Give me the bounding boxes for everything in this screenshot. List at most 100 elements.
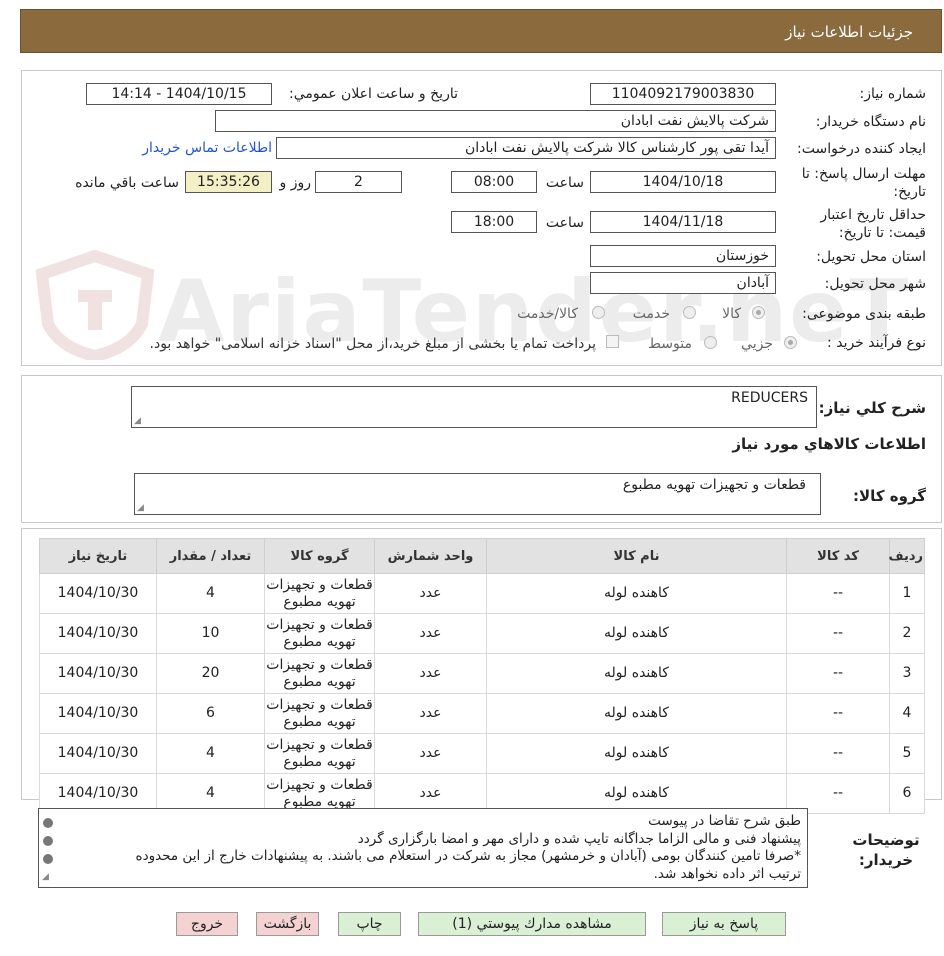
table-header-row: رديف كد كالا نام كالا واحد شمارش گروه كا…	[39, 538, 925, 574]
city-label: شهر محل تحويل:	[824, 276, 926, 292]
category-radio-both[interactable]	[592, 306, 605, 319]
cell-name: کاهنده لوله	[486, 573, 787, 614]
category-radio-service[interactable]	[683, 306, 696, 319]
table-row: 5 -- کاهنده لوله عدد قطعات و تجهيزات تهو…	[39, 733, 925, 774]
cell-group: قطعات و تجهيزات تهويه مطبوع	[264, 573, 375, 614]
validity-time-field: 18:00	[451, 211, 537, 233]
resize-grip-icon[interactable]: ◢	[42, 872, 49, 882]
deadline-time-label: ساعت	[545, 175, 584, 191]
process-option-medium: متوسط	[648, 336, 692, 352]
attachments-button[interactable]: مشاهده مدارك پيوستي (1)	[418, 912, 646, 936]
category-option-service: خدمت	[632, 306, 670, 322]
requester-label: ايجاد كننده درخواست:	[797, 141, 926, 157]
cell-row-number: 3	[889, 653, 925, 694]
cell-date: 1404/10/30	[39, 613, 157, 654]
cell-name: کاهنده لوله	[486, 693, 787, 734]
summary-label: شرح كلي نياز:	[818, 399, 926, 417]
city-field: آبادان	[590, 272, 776, 294]
process-label: نوع فرآيند خريد :	[827, 335, 926, 351]
cell-group: قطعات و تجهيزات تهويه مطبوع	[264, 613, 375, 654]
province-field: خوزستان	[590, 245, 776, 267]
resize-grip-icon[interactable]: ◢	[137, 503, 144, 513]
goods-table: رديف كد كالا نام كالا واحد شمارش گروه كا…	[39, 538, 925, 814]
category-option-both: كالا/خدمت	[517, 306, 578, 322]
cell-row-number: 4	[889, 693, 925, 734]
process-radio-medium[interactable]	[704, 336, 717, 349]
cell-quantity: 6	[156, 693, 265, 734]
cell-name: کاهنده لوله	[486, 733, 787, 774]
buyer-contact-link[interactable]: اطلاعات تماس خريدار	[142, 140, 272, 156]
cell-date: 1404/10/30	[39, 653, 157, 694]
treasury-checkbox[interactable]	[606, 335, 619, 348]
exit-button[interactable]: خروج	[176, 912, 238, 936]
page-title: جزئيات اطلاعات نياز	[785, 23, 913, 41]
resize-grip-icon[interactable]: ◢	[134, 416, 141, 426]
buyer-notes-line: طبق شرح تقاضا در پيوست	[648, 813, 801, 829]
days-label: روز و	[279, 175, 312, 191]
validity-time-label: ساعت	[545, 215, 584, 231]
deadline-date-field: 1404/10/18	[590, 171, 776, 193]
notes-scrollbar[interactable]: ◢	[39, 810, 57, 886]
scroll-dot-icon	[43, 818, 53, 828]
buyer-notes-line: *صرفا تامين کنندگان بومی (آبادان و خرمشه…	[135, 848, 802, 864]
cell-quantity: 20	[156, 653, 265, 694]
cell-quantity: 4	[156, 733, 265, 774]
summary-value: REDUCERS	[731, 390, 808, 406]
cell-group: قطعات و تجهيزات تهويه مطبوع	[264, 693, 375, 734]
process-radio-minor[interactable]	[784, 336, 797, 349]
need-number-field: 1104092179003830	[590, 83, 776, 105]
cell-quantity: 4	[156, 573, 265, 614]
buyer-notes-line: ترتيب اثر داده نخواهد شد.	[653, 865, 801, 882]
cell-date: 1404/10/30	[39, 573, 157, 614]
reply-button[interactable]: پاسخ به نياز	[662, 912, 786, 936]
cell-unit: عدد	[374, 653, 487, 694]
cell-row-number: 1	[889, 573, 925, 614]
announce-field: 1404/10/15 - 14:14	[86, 83, 272, 105]
table-row: 4 -- کاهنده لوله عدد قطعات و تجهيزات تهو…	[39, 693, 925, 734]
treasury-note: پرداخت تمام يا بخشی از مبلغ خريد،از محل …	[149, 336, 596, 352]
remaining-time-field: 15:35:26	[185, 171, 272, 193]
cell-unit: عدد	[374, 573, 487, 614]
cell-date: 1404/10/30	[39, 733, 157, 774]
col-header-code: كد كالا	[786, 538, 890, 574]
cell-name: کاهنده لوله	[486, 653, 787, 694]
buyer-notes-textarea[interactable]: طبق شرح تقاضا در پيوست پيشنهاد فنی و مال…	[38, 808, 808, 888]
deadline-label: مهلت ارسال پاسخ: تا تاريخ:	[786, 165, 926, 201]
goods-group-textarea[interactable]: قطعات و تجهيزات تهويه مطبوع ◢	[134, 473, 821, 515]
back-button[interactable]: بازگشت	[256, 912, 319, 936]
cell-group: قطعات و تجهيزات تهويه مطبوع	[264, 733, 375, 774]
cell-date: 1404/10/30	[39, 693, 157, 734]
cell-code: --	[786, 693, 890, 734]
days-field: 2	[315, 171, 402, 193]
need-number-label: شماره نياز:	[859, 86, 927, 102]
buyer-notes-label: توضيحات خريدار:	[846, 830, 926, 870]
cell-unit: عدد	[374, 693, 487, 734]
deadline-time-field: 08:00	[451, 171, 537, 193]
cell-row-number: 2	[889, 613, 925, 654]
goods-group-value: قطعات و تجهيزات تهويه مطبوع	[622, 477, 806, 493]
validity-label-text: حداقل تاريخ اعتبار قيمت: تا تاريخ:	[820, 207, 926, 241]
col-header-row-number: رديف	[888, 538, 925, 574]
category-radio-goods[interactable]	[752, 306, 765, 319]
category-option-goods: كالا	[722, 306, 741, 322]
cell-group: قطعات و تجهيزات تهويه مطبوع	[264, 653, 375, 694]
watermark-logo	[30, 249, 160, 363]
deadline-label-text: مهلت ارسال پاسخ: تا تاريخ:	[801, 166, 926, 200]
cell-code: --	[786, 733, 890, 774]
cell-unit: عدد	[374, 733, 487, 774]
goods-info-title: اطلاعات كالاهاي مورد نياز	[732, 435, 926, 453]
cell-name: کاهنده لوله	[486, 613, 787, 654]
col-header-group: گروه كالا	[264, 538, 375, 574]
cell-code: --	[786, 653, 890, 694]
buyer-notes-line: پيشنهاد فنی و مالی الزاما جداگانه تايپ ش…	[357, 830, 801, 847]
goods-group-label: گروه كالا:	[853, 487, 926, 505]
table-row: 1 -- کاهنده لوله عدد قطعات و تجهيزات تهو…	[39, 573, 925, 614]
print-button[interactable]: چاپ	[338, 912, 401, 936]
cell-unit: عدد	[374, 613, 487, 654]
announce-label: تاريخ و ساعت اعلان عمومي:	[289, 86, 458, 102]
summary-textarea[interactable]: REDUCERS ◢	[131, 386, 817, 428]
remaining-label: ساعت باقي مانده	[75, 175, 179, 191]
process-option-minor: جزيي	[741, 336, 773, 352]
cell-row-number: 6	[889, 773, 925, 814]
table-body: 1 -- کاهنده لوله عدد قطعات و تجهيزات تهو…	[39, 573, 925, 814]
